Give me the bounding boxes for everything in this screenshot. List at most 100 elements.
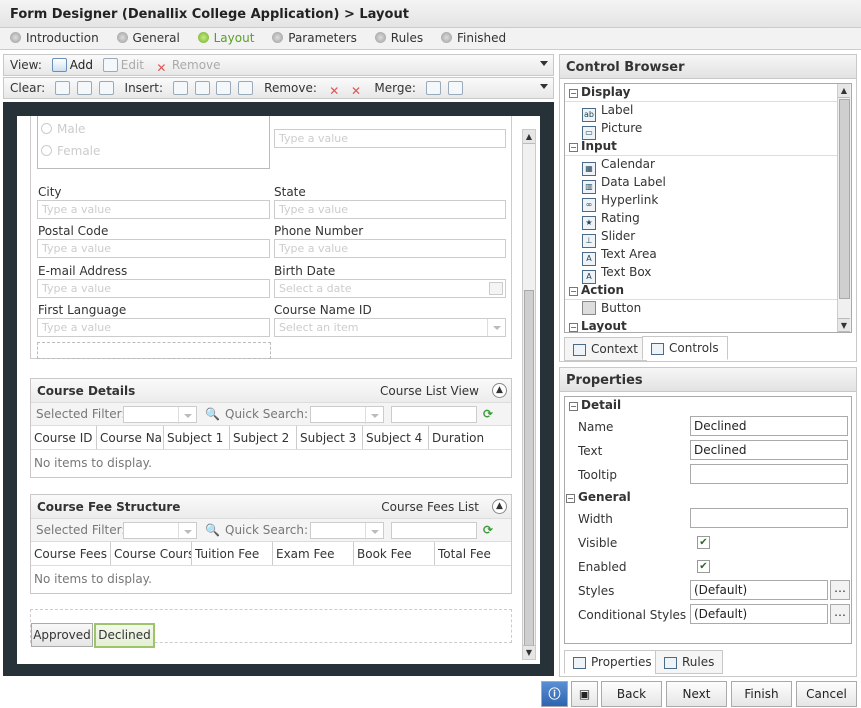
category-layout[interactable]: − Layout <box>565 318 851 332</box>
control-text-box[interactable]: A Text Box <box>565 264 851 284</box>
remove-row-icon[interactable]: ✕ <box>349 85 364 99</box>
split-cells-icon[interactable] <box>447 81 463 95</box>
refresh-icon[interactable]: ⟳ <box>483 407 493 421</box>
first-language-input[interactable]: Type a value <box>37 318 270 337</box>
control-picture[interactable]: ▭ Picture <box>565 120 851 140</box>
scroll-down-icon[interactable]: ▼ <box>838 318 850 332</box>
tab-context[interactable]: Context <box>564 337 648 361</box>
approved-button[interactable]: Approved <box>31 623 93 647</box>
empty-cell-placeholder[interactable] <box>37 342 271 359</box>
course-name-id-select[interactable]: Select an item <box>274 318 506 337</box>
tooltip-input[interactable] <box>690 464 848 484</box>
radio-female[interactable]: Female <box>41 144 100 158</box>
step-introduction[interactable]: Introduction <box>10 31 99 45</box>
add-view-button[interactable]: Add <box>51 58 93 72</box>
tree-scrollbar[interactable]: ▲ ▼ <box>837 84 851 332</box>
column-header[interactable]: Exam Fee <box>273 542 354 565</box>
visible-checkbox[interactable]: ✔ <box>697 536 710 549</box>
step-rules[interactable]: Rules <box>374 31 423 45</box>
step-general[interactable]: General <box>116 31 180 45</box>
scroll-up-icon[interactable]: ▲ <box>523 130 535 144</box>
clear-row-icon[interactable] <box>76 81 92 95</box>
insert-column-left-icon[interactable] <box>172 81 188 95</box>
save-icon[interactable]: ▣ <box>571 681 598 707</box>
control-button[interactable]: Button <box>565 300 851 318</box>
quick-search-field-select[interactable] <box>310 522 384 540</box>
scroll-up-icon[interactable]: ▲ <box>838 84 850 98</box>
radio-male[interactable]: Male <box>41 122 85 136</box>
column-header[interactable]: Book Fee <box>354 542 435 565</box>
step-finished[interactable]: Finished <box>440 31 506 45</box>
styles-input[interactable]: (Default) <box>690 580 828 600</box>
column-header[interactable]: Subject 4 <box>363 426 429 449</box>
column-header[interactable]: Duration <box>429 426 513 449</box>
column-header[interactable]: Subject 1 <box>164 426 230 449</box>
filter-select[interactable] <box>123 522 197 540</box>
column-header[interactable]: Subject 3 <box>297 426 363 449</box>
finish-button[interactable]: Finish <box>731 681 792 707</box>
control-text-area[interactable]: A Text Area <box>565 246 851 266</box>
collapse-icon[interactable]: ▲ <box>492 499 507 514</box>
filter-select[interactable] <box>123 406 197 424</box>
remove-column-icon[interactable]: ✕ <box>327 85 342 99</box>
control-label[interactable]: ab Label <box>565 102 851 122</box>
column-header[interactable]: Course Fees I <box>31 542 111 565</box>
toolbar-dropdown-icon[interactable] <box>540 84 548 89</box>
insert-row-above-icon[interactable] <box>216 81 232 95</box>
column-header[interactable]: Course Nam <box>97 426 164 449</box>
column-header[interactable]: Total Fee <box>435 542 513 565</box>
next-button[interactable]: Next <box>666 681 727 707</box>
gender-radio-group[interactable]: Male Female <box>37 116 270 169</box>
collapse-icon[interactable]: − <box>566 494 575 503</box>
top-value-input[interactable]: Type a value <box>274 129 506 148</box>
collapse-icon[interactable]: − <box>569 402 578 411</box>
clear-cell-icon[interactable] <box>55 81 71 95</box>
step-layout[interactable]: Layout <box>197 31 254 45</box>
conditional-styles-input[interactable]: (Default) <box>690 604 828 624</box>
control-rating[interactable]: ★ Rating <box>565 210 851 230</box>
category-display[interactable]: − Display <box>565 84 851 102</box>
collapse-icon[interactable]: − <box>569 287 578 296</box>
calendar-icon[interactable] <box>489 282 503 295</box>
quick-search-field-select[interactable] <box>310 406 384 424</box>
detail-group[interactable]: − Detail <box>565 397 851 415</box>
clear-column-icon[interactable] <box>98 81 114 95</box>
merge-cells-icon[interactable] <box>425 81 441 95</box>
declined-button[interactable]: Declined <box>94 623 155 648</box>
collapse-icon[interactable]: − <box>569 89 578 98</box>
scroll-down-icon[interactable]: ▼ <box>523 645 535 659</box>
state-input[interactable]: Type a value <box>274 200 506 219</box>
column-header[interactable]: Course ID <box>31 426 97 449</box>
collapse-icon[interactable]: − <box>569 143 578 152</box>
toolbar-dropdown-icon[interactable] <box>540 61 548 66</box>
collapse-icon[interactable]: ▲ <box>492 383 507 398</box>
control-calendar[interactable]: ▦ Calendar <box>565 156 851 176</box>
ellipsis-button[interactable]: … <box>830 580 850 600</box>
ellipsis-button[interactable]: … <box>830 604 850 624</box>
general-group[interactable]: − General <box>566 490 631 504</box>
tab-controls[interactable]: Controls <box>642 336 728 360</box>
birth-date-picker[interactable]: Select a date <box>274 279 506 298</box>
city-input[interactable]: Type a value <box>37 200 270 219</box>
back-button[interactable]: Back <box>601 681 662 707</box>
control-data-label[interactable]: ▥ Data Label <box>565 174 851 194</box>
text-input[interactable]: Declined <box>690 440 848 460</box>
canvas-scrollbar[interactable]: ▲ ▼ <box>522 129 536 660</box>
collapse-icon[interactable]: − <box>569 323 578 332</box>
cancel-button[interactable]: Cancel <box>796 681 857 707</box>
category-action[interactable]: − Action <box>565 282 851 300</box>
quick-search-input[interactable] <box>391 406 477 423</box>
name-input[interactable]: Declined <box>690 416 848 436</box>
step-parameters[interactable]: Parameters <box>272 31 357 45</box>
scroll-thumb[interactable] <box>524 290 534 646</box>
column-header[interactable]: Course Course <box>111 542 192 565</box>
info-icon[interactable]: ⓘ <box>541 681 568 707</box>
column-header[interactable]: Subject 2 <box>230 426 297 449</box>
width-input[interactable] <box>690 508 848 528</box>
insert-column-right-icon[interactable] <box>194 81 210 95</box>
column-header[interactable]: Tuition Fee <box>192 542 273 565</box>
email-input[interactable]: Type a value <box>37 279 270 298</box>
remove-view-button[interactable]: ✕ Remove <box>154 58 220 76</box>
enabled-checkbox[interactable]: ✔ <box>697 560 710 573</box>
control-slider[interactable]: ⊥ Slider <box>565 228 851 248</box>
